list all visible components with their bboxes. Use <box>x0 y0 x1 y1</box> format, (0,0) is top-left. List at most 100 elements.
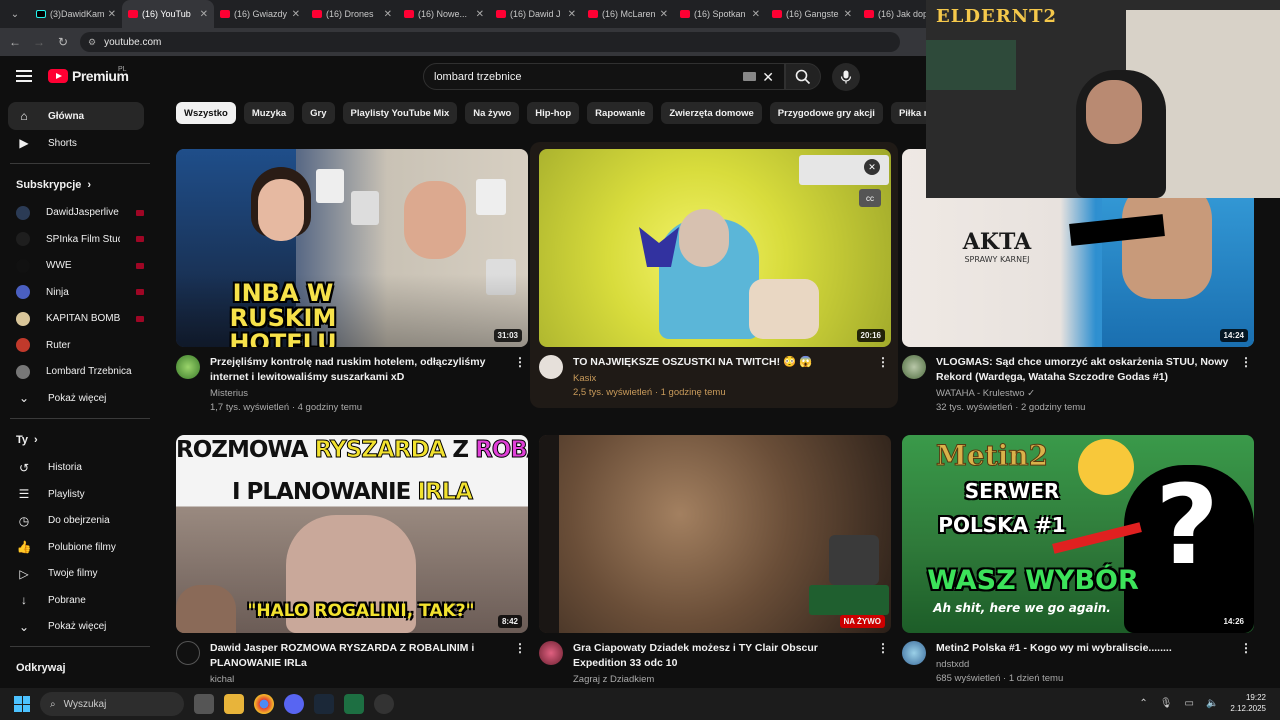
sidebar-item-like[interactable]: 👍 Polubione filmy <box>0 534 160 561</box>
volume-icon[interactable]: 🔈 <box>1206 698 1218 709</box>
channel-name[interactable]: kichal <box>210 674 508 685</box>
sidebar-item-subscription[interactable]: Ninja <box>0 279 160 306</box>
reload-button[interactable]: ↻ <box>54 33 72 51</box>
sidebar-item-download[interactable]: ↓ Pobrane <box>0 587 160 614</box>
filter-chip[interactable]: Playlisty YouTube Mix <box>342 102 458 124</box>
browser-tab[interactable]: (16) Spotkan ✕ <box>674 0 766 28</box>
channel-name[interactable]: WATAHA - Krulestwo ✓ <box>936 388 1234 399</box>
sidebar-item-playlist[interactable]: ☰ Playlisty <box>0 481 160 508</box>
search-button[interactable] <box>785 63 821 90</box>
file-explorer-icon[interactable] <box>224 694 244 714</box>
chevron-up-icon[interactable]: ⌃ <box>1139 698 1147 709</box>
close-tab-icon[interactable]: ✕ <box>660 9 668 20</box>
video-thumbnail[interactable]: cc ✕ 20:16 <box>539 149 891 347</box>
video-title[interactable]: Dawid Jasper ROZMOWA RYSZARDA Z ROBALINI… <box>210 641 508 671</box>
video-title[interactable]: Gra Ciapowaty Dziadek możesz i TY Clair … <box>573 641 871 671</box>
taskbar-search[interactable]: ⌕ Wyszukaj <box>40 692 184 716</box>
youtube-premium-logo[interactable]: Premium PL <box>48 66 129 84</box>
windows-start-icon[interactable] <box>14 696 30 712</box>
mute-icon[interactable]: ✕ <box>864 159 880 175</box>
close-tab-icon[interactable]: ✕ <box>292 9 300 20</box>
more-options-icon[interactable]: ⋮ <box>514 641 526 655</box>
filter-chip[interactable]: Wszystko <box>176 102 236 124</box>
channel-avatar[interactable] <box>539 641 563 665</box>
browser-tab[interactable]: (16) Gwiazdy ✕ <box>214 0 306 28</box>
show-more-you[interactable]: ⌄ Pokaż więcej <box>0 614 160 641</box>
video-thumbnail[interactable]: NA ŻYWO <box>539 435 891 633</box>
sidebar-item-subscription[interactable]: KAPITAN BOMB... <box>0 306 160 333</box>
obs-icon[interactable] <box>374 694 394 714</box>
video-thumbnail[interactable]: Metin2 ? SERWER POLSKA #1 WASZ WYBÓR Ah … <box>902 435 1254 633</box>
close-tab-icon[interactable]: ✕ <box>200 9 208 20</box>
video-title[interactable]: Przejęliśmy kontrolę nad ruskim hotelem,… <box>210 355 508 385</box>
task-view-icon[interactable] <box>194 694 214 714</box>
filter-chip[interactable]: Rapowanie <box>587 102 654 124</box>
filter-chip[interactable]: Gry <box>302 102 335 124</box>
menu-icon[interactable] <box>16 70 32 82</box>
browser-tab[interactable]: (16) McLaren ✕ <box>582 0 674 28</box>
filter-chip[interactable]: Na żywo <box>465 102 520 124</box>
close-tab-icon[interactable]: ✕ <box>844 9 852 20</box>
close-tab-icon[interactable]: ✕ <box>568 9 576 20</box>
sidebar-item-subscription[interactable]: DawidJasperlive <box>0 200 160 227</box>
filter-chip[interactable]: Muzyka <box>243 102 295 124</box>
sidebar-item-history[interactable]: ↺ Historia <box>0 455 160 482</box>
clear-search-icon[interactable]: ✕ <box>762 69 774 86</box>
video-card[interactable]: cc ✕ 20:16 TO NAJWIĘKSZE OSZUSTKI NA TWI… <box>539 149 891 398</box>
channel-avatar[interactable] <box>176 641 200 665</box>
channel-avatar[interactable] <box>539 355 563 379</box>
browser-tab[interactable]: (16) Gangste ✕ <box>766 0 858 28</box>
channel-name[interactable]: ndstxdd <box>936 659 1234 670</box>
browser-tab[interactable]: (3)DawidKam ✕ <box>30 0 122 28</box>
back-button[interactable]: ← <box>6 33 24 51</box>
browser-tab[interactable]: (16) Nowe... ✕ <box>398 0 490 28</box>
captions-icon[interactable]: cc <box>859 189 881 207</box>
close-tab-icon[interactable]: ✕ <box>476 9 484 20</box>
video-thumbnail[interactable]: ROZMOWA RYSZARDA Z ROBALINIM I PLANOWANI… <box>176 435 528 633</box>
sidebar-item-shorts[interactable]: ▶ Shorts <box>0 130 160 157</box>
chrome-icon[interactable] <box>254 694 274 714</box>
excel-icon[interactable] <box>344 694 364 714</box>
more-options-icon[interactable]: ⋮ <box>877 641 889 655</box>
url-field[interactable]: ⚙ youtube.com <box>80 32 900 52</box>
more-options-icon[interactable]: ⋮ <box>1240 355 1252 369</box>
more-options-icon[interactable]: ⋮ <box>514 355 526 369</box>
filter-chip[interactable]: Zwierzęta domowe <box>661 102 762 124</box>
sidebar-item-subscription[interactable]: WWE <box>0 253 160 280</box>
sidebar-item-subscription[interactable]: Lombard Trzebnica <box>0 359 160 386</box>
show-more-subscriptions[interactable]: ⌄ Pokaż więcej <box>0 385 160 412</box>
sidebar-item-subscription[interactable]: Ruter <box>0 332 160 359</box>
channel-avatar[interactable] <box>902 355 926 379</box>
video-title[interactable]: TO NAJWIĘKSZE OSZUSTKI NA TWITCH! 😳 😱 <box>573 355 871 370</box>
channel-name[interactable]: Kasix <box>573 373 871 384</box>
forward-button[interactable]: → <box>30 33 48 51</box>
channel-avatar[interactable] <box>902 641 926 665</box>
browser-tab[interactable]: (16) YouTub ✕ <box>122 0 214 28</box>
browser-tab[interactable]: (16) Dawid J ✕ <box>490 0 582 28</box>
video-thumbnail[interactable]: INBA W RUSKIM HOTELU 31:03 <box>176 149 528 347</box>
channel-avatar[interactable] <box>176 355 200 379</box>
site-info-icon[interactable]: ⚙ <box>88 37 96 48</box>
video-card[interactable]: NA ŻYWO Gra Ciapowaty Dziadek możesz i T… <box>539 435 891 685</box>
clock[interactable]: 19:22 2.12.2025 <box>1230 692 1266 714</box>
video-card[interactable]: Metin2 ? SERWER POLSKA #1 WASZ WYBÓR Ah … <box>902 435 1254 684</box>
voice-search-button[interactable] <box>832 63 860 91</box>
video-title[interactable]: VLOGMAS: Sąd chce umorzyć akt oskarżenia… <box>936 355 1234 385</box>
channel-name[interactable]: Zagraj z Dziadkiem <box>573 674 871 685</box>
steam-icon[interactable] <box>314 694 334 714</box>
sidebar-item-your-videos[interactable]: ▷ Twoje filmy <box>0 561 160 588</box>
video-card[interactable]: ROZMOWA RYSZARDA Z ROBALINIM I PLANOWANI… <box>176 435 528 685</box>
search-input[interactable]: lombard trzebnice ✕ <box>423 63 785 90</box>
you-heading[interactable]: Ty › <box>0 425 160 455</box>
filter-chip[interactable]: Przygodowe gry akcji <box>769 102 883 124</box>
close-tab-icon[interactable]: ✕ <box>384 9 392 20</box>
close-tab-icon[interactable]: ✕ <box>108 9 116 20</box>
tab-search-button[interactable]: ⌄ <box>4 3 26 25</box>
discord-icon[interactable] <box>284 694 304 714</box>
channel-name[interactable]: Misterius <box>210 388 508 399</box>
video-card[interactable]: INBA W RUSKIM HOTELU 31:03 Przejęliśmy k… <box>176 149 528 413</box>
microphone-icon[interactable]: 🎙 <box>1160 698 1173 709</box>
sidebar-item-watch-later[interactable]: ◷ Do obejrzenia <box>0 508 160 535</box>
subscriptions-heading[interactable]: Subskrypcje › <box>0 170 160 200</box>
browser-tab[interactable]: (16) Drones ✕ <box>306 0 398 28</box>
